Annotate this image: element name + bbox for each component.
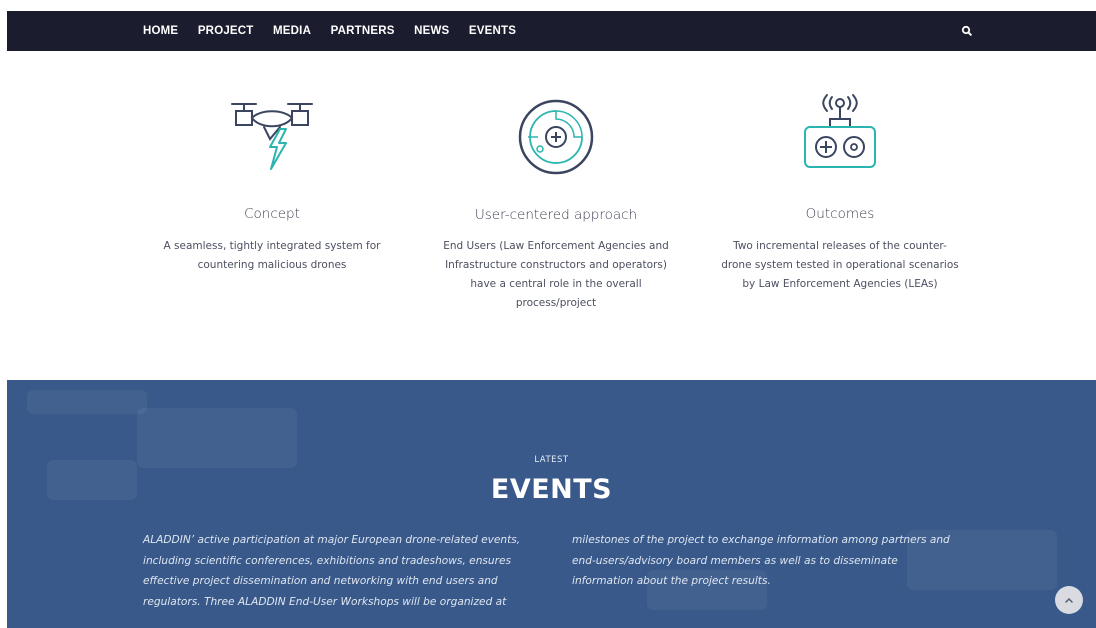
search-icon[interactable] bbox=[959, 23, 975, 39]
text-line: regulators. Three ALADDIN End-User Works… bbox=[143, 595, 507, 608]
nav-item-events[interactable]: EVENTS bbox=[469, 25, 516, 37]
top-navbar: HOME PROJECT MEDIA PARTNERS NEWS EVENTS bbox=[7, 11, 1096, 51]
description-line: countering malicious drones bbox=[197, 259, 347, 271]
feature-title: User-centered approach bbox=[474, 207, 638, 223]
description-line: A seamless, tightly integrated system fo… bbox=[163, 240, 381, 252]
feature-title: Concept bbox=[244, 206, 300, 222]
events-title: EVENTS bbox=[490, 474, 613, 505]
nav-item-news[interactable]: NEWS bbox=[414, 25, 449, 37]
feature-title: Outcomes bbox=[805, 206, 875, 222]
radar-icon bbox=[516, 97, 596, 182]
nav-item-project[interactable]: PROJECT bbox=[198, 25, 254, 37]
description-line: by Law Enforcement Agencies (LEAs) bbox=[742, 278, 938, 290]
events-text-left: ALADDIN’ active participation at major E… bbox=[143, 530, 543, 612]
feature-description: A seamless, tightly integrated system fo… bbox=[142, 237, 402, 275]
background-decoration bbox=[27, 390, 147, 414]
description-line: Infrastructure constructors and operator… bbox=[445, 259, 667, 271]
nav-item-partners[interactable]: PARTNERS bbox=[331, 25, 395, 37]
nav-menu: HOME PROJECT MEDIA PARTNERS NEWS EVENTS bbox=[143, 11, 536, 51]
feature-outcomes: Outcomes Two incremental releases of the… bbox=[710, 51, 970, 380]
feature-description: End Users (Law Enforcement Agencies and … bbox=[426, 237, 686, 313]
description-line: process/project bbox=[515, 297, 597, 309]
feature-user-centered: User-centered approach End Users (Law En… bbox=[426, 51, 686, 380]
description-line: have a central role in the overall bbox=[470, 278, 642, 290]
nav-item-home[interactable]: HOME bbox=[143, 25, 178, 37]
scroll-to-top-button[interactable] bbox=[1055, 586, 1083, 614]
feature-concept: Concept A seamless, tightly integrated s… bbox=[142, 51, 402, 380]
drone-lightning-icon bbox=[224, 99, 320, 184]
remote-controller-icon bbox=[800, 93, 880, 180]
text-line: end-users/advisory board members as well… bbox=[572, 554, 898, 567]
description-line: End Users (Law Enforcement Agencies and bbox=[443, 240, 669, 252]
text-line: milestones of the project to exchange in… bbox=[572, 534, 950, 546]
description-line: drone system tested in operational scena… bbox=[721, 259, 959, 271]
text-line: effective project dissemination and netw… bbox=[143, 575, 498, 587]
text-line: including scientific conferences, exhibi… bbox=[143, 554, 512, 567]
text-line: information about the project results. bbox=[572, 575, 771, 587]
chevron-up-icon bbox=[1064, 591, 1074, 609]
page: HOME PROJECT MEDIA PARTNERS NEWS EVENTS bbox=[0, 0, 1096, 628]
text-line: ALADDIN’ active participation at major E… bbox=[143, 534, 521, 546]
description-line: Two incremental releases of the counter- bbox=[733, 240, 947, 252]
nav-item-media[interactable]: MEDIA bbox=[273, 25, 311, 37]
feature-description: Two incremental releases of the counter-… bbox=[710, 237, 970, 294]
latest-label: LATEST bbox=[534, 455, 569, 465]
events-section: LATEST EVENTS ALADDIN’ active participat… bbox=[7, 380, 1096, 628]
events-text-right: milestones of the project to exchange in… bbox=[572, 530, 982, 592]
features-section: Concept A seamless, tightly integrated s… bbox=[0, 51, 1096, 380]
